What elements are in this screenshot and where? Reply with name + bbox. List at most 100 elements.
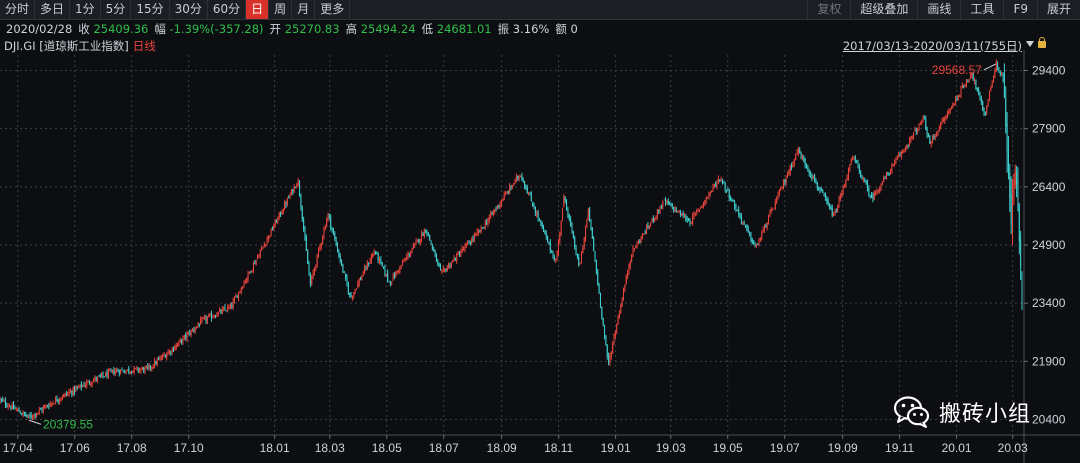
candle-up: [286, 198, 288, 205]
candle-up: [107, 370, 109, 376]
candle-up: [369, 260, 371, 264]
candle-down: [307, 251, 309, 264]
x-tick-label: 18.01: [260, 441, 290, 455]
candle-down: [285, 203, 287, 205]
lock-icon[interactable]: [1038, 37, 1046, 48]
candle-down: [345, 273, 347, 279]
candle-up: [942, 119, 944, 122]
candle-down: [979, 92, 981, 100]
candle-up: [293, 186, 295, 192]
candle-down: [753, 242, 755, 244]
candle-up: [277, 217, 279, 222]
candle-down: [830, 206, 832, 209]
candle-up: [194, 328, 196, 332]
candle-down: [734, 202, 736, 208]
candle-up: [63, 394, 65, 398]
max-price-label: 29568.57: [932, 63, 982, 77]
candle-up: [922, 117, 924, 122]
candle-up: [312, 272, 314, 277]
candle-down: [468, 242, 470, 244]
candle-up: [560, 221, 562, 234]
candle-up: [411, 249, 413, 254]
candle-down: [598, 284, 600, 294]
candle-up: [702, 203, 704, 206]
candle-up: [961, 85, 963, 89]
candle-up: [742, 221, 744, 223]
tab-period-1[interactable]: 多日: [35, 0, 71, 19]
amount-value: 0: [570, 21, 578, 36]
candle-up: [202, 318, 204, 320]
candle-up: [797, 149, 799, 154]
candle-down: [747, 228, 749, 232]
candle-up: [141, 367, 143, 369]
tab-period-4[interactable]: 15分: [131, 0, 170, 19]
candle-down: [1020, 238, 1022, 268]
candle-up: [1013, 181, 1015, 199]
tab-period-0[interactable]: 分时: [0, 0, 36, 19]
amount-label: 额: [555, 21, 567, 36]
candle-down: [594, 251, 596, 262]
candle-up: [44, 406, 46, 409]
candle-up: [67, 392, 69, 395]
candle-down: [524, 181, 526, 187]
date-range-selector[interactable]: 2017/03/13-2020/03/11(755日): [843, 38, 1022, 54]
candle-down: [593, 238, 595, 251]
candle-down: [343, 271, 345, 274]
candle-down: [858, 166, 860, 171]
candle-down: [437, 260, 439, 264]
candle-down: [571, 225, 573, 231]
candle-down: [591, 228, 593, 239]
candle-up: [987, 101, 989, 106]
tab-period-9[interactable]: 月: [292, 0, 316, 19]
tool-button-2[interactable]: 画线: [917, 0, 960, 19]
tab-period-5[interactable]: 30分: [170, 0, 208, 19]
x-tick-label: 18.05: [372, 441, 402, 455]
candle-up: [877, 190, 879, 192]
candle-up: [101, 373, 103, 376]
x-tick-label: 19.09: [828, 441, 858, 455]
candle-down: [548, 241, 550, 243]
tab-period-3[interactable]: 5分: [101, 0, 132, 19]
tool-button-4[interactable]: F9: [1003, 0, 1037, 19]
candle-up: [397, 271, 399, 273]
candle-down: [113, 370, 115, 374]
candle-up: [112, 369, 114, 371]
tool-button-0[interactable]: 复权: [807, 0, 850, 19]
chevron-down-icon[interactable]: [1026, 41, 1034, 47]
tab-period-10[interactable]: 更多: [315, 0, 351, 19]
candle-down: [568, 214, 570, 220]
candle-up: [637, 240, 639, 243]
candle-up: [72, 387, 74, 395]
candle-up: [392, 274, 394, 281]
candle-up: [140, 369, 142, 371]
tab-period-6[interactable]: 60分: [208, 0, 247, 19]
candle-up: [919, 123, 921, 125]
candle-down: [982, 102, 984, 110]
candle-down: [510, 185, 512, 188]
candle-up: [949, 108, 951, 112]
candle-down: [102, 373, 104, 376]
amplitude-value: 3.16%: [512, 21, 550, 36]
candle-down: [303, 220, 305, 230]
candle-down: [434, 250, 436, 255]
tab-period-8[interactable]: 周: [269, 0, 293, 19]
candle-up: [90, 383, 92, 385]
candle-up: [267, 235, 269, 240]
tool-button-5[interactable]: 展开: [1036, 0, 1080, 19]
candle-up: [244, 281, 246, 283]
candle-up: [632, 247, 634, 255]
candle-down: [181, 339, 183, 343]
min-pointer: [28, 419, 42, 425]
candle-up: [895, 159, 897, 162]
candle-up: [94, 377, 96, 381]
candle-up: [627, 273, 629, 277]
candle-down: [387, 272, 389, 281]
tab-period-2[interactable]: 1分: [70, 0, 101, 19]
candle-down: [1021, 271, 1023, 293]
candle-down: [368, 263, 370, 265]
tool-button-1[interactable]: 超级叠加: [850, 0, 917, 19]
tab-period-7[interactable]: 日: [246, 0, 270, 19]
candle-up: [49, 403, 51, 407]
tool-button-3[interactable]: 工具: [960, 0, 1003, 19]
candle-up: [456, 253, 458, 261]
